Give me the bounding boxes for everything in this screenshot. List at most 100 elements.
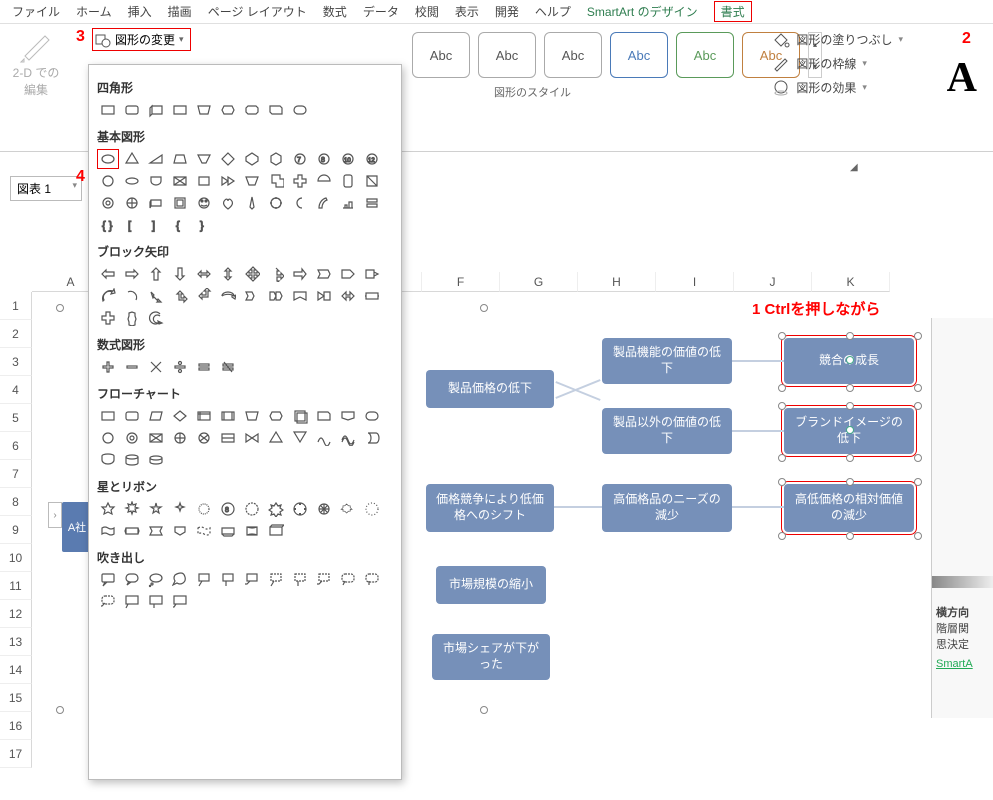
shape-option[interactable] <box>217 406 239 426</box>
shape-option[interactable] <box>169 149 191 169</box>
shape-option[interactable] <box>97 450 119 470</box>
style-preset-1[interactable]: Abc <box>412 32 470 78</box>
shape-option[interactable] <box>169 406 191 426</box>
row-16[interactable]: 16 <box>0 712 32 740</box>
shape-option[interactable] <box>169 193 191 213</box>
shape-option[interactable] <box>313 428 335 448</box>
shape-option[interactable] <box>193 264 215 284</box>
node-market-share[interactable]: 市場シェアが下がった <box>432 634 550 680</box>
shape-option[interactable] <box>97 171 119 191</box>
shape-option[interactable]: } <box>193 215 215 235</box>
shape-option[interactable] <box>145 592 167 612</box>
shape-option[interactable] <box>289 428 311 448</box>
shape-option[interactable] <box>121 149 143 169</box>
shape-option[interactable] <box>337 428 359 448</box>
shape-option[interactable] <box>265 428 287 448</box>
shape-option[interactable]: 12 <box>361 149 383 169</box>
row-2[interactable]: 2 <box>0 320 32 348</box>
shape-option[interactable] <box>265 171 287 191</box>
shape-option[interactable] <box>337 193 359 213</box>
shape-option[interactable] <box>121 450 143 470</box>
shape-option[interactable] <box>193 406 215 426</box>
shape-option[interactable] <box>169 100 191 120</box>
shape-option[interactable] <box>97 286 119 306</box>
shape-option[interactable] <box>193 171 215 191</box>
shape-option[interactable] <box>193 357 215 377</box>
shape-option[interactable] <box>145 450 167 470</box>
shape-option[interactable] <box>265 286 287 306</box>
shape-option[interactable] <box>241 406 263 426</box>
shape-option[interactable] <box>313 286 335 306</box>
shape-option[interactable] <box>121 193 143 213</box>
col-I[interactable]: I <box>656 272 734 292</box>
shape-option[interactable] <box>265 499 287 519</box>
shape-option[interactable] <box>193 193 215 213</box>
style-preset-3[interactable]: Abc <box>544 32 602 78</box>
shape-option[interactable] <box>121 592 143 612</box>
style-preset-2[interactable]: Abc <box>478 32 536 78</box>
shape-fill-button[interactable]: 図形の塗りつぶし▾ <box>772 30 903 48</box>
row-9[interactable]: 9 <box>0 516 32 544</box>
shape-option[interactable] <box>193 499 215 519</box>
shape-option[interactable] <box>337 570 359 590</box>
shape-option[interactable] <box>145 193 167 213</box>
menu-insert[interactable]: 挿入 <box>128 3 152 20</box>
shape-option[interactable] <box>97 193 119 213</box>
shape-option[interactable] <box>265 100 287 120</box>
menu-data[interactable]: データ <box>363 3 399 20</box>
shape-option[interactable] <box>145 171 167 191</box>
shape-option[interactable] <box>169 171 191 191</box>
shape-option[interactable] <box>121 406 143 426</box>
shape-option[interactable] <box>241 193 263 213</box>
shape-option[interactable] <box>217 149 239 169</box>
shape-option[interactable] <box>217 171 239 191</box>
shape-option[interactable] <box>193 149 215 169</box>
shape-option[interactable] <box>169 286 191 306</box>
shape-option[interactable] <box>193 570 215 590</box>
menu-file[interactable]: ファイル <box>12 3 60 20</box>
shape-option[interactable] <box>289 406 311 426</box>
row-14[interactable]: 14 <box>0 656 32 684</box>
menu-help[interactable]: ヘルプ <box>535 3 571 20</box>
shape-option[interactable] <box>217 357 239 377</box>
node-product-price[interactable]: 製品価格の低下 <box>426 370 554 408</box>
shape-option[interactable] <box>145 570 167 590</box>
shape-option[interactable] <box>265 193 287 213</box>
node-other-value[interactable]: 製品以外の価値の低下 <box>602 408 732 454</box>
node-high-price-needs[interactable]: 高価格品のニーズの減少 <box>602 484 732 532</box>
row-3[interactable]: 3 <box>0 348 32 376</box>
shape-option[interactable] <box>313 264 335 284</box>
shape-option[interactable]: ] <box>145 215 167 235</box>
row-7[interactable]: 7 <box>0 460 32 488</box>
shape-option[interactable]: 8 <box>313 149 335 169</box>
shape-option[interactable] <box>241 570 263 590</box>
shape-option[interactable]: [ <box>121 215 143 235</box>
shape-option[interactable] <box>241 286 263 306</box>
menu-draw[interactable]: 描画 <box>168 3 192 20</box>
shape-option[interactable] <box>337 286 359 306</box>
shape-option[interactable] <box>217 570 239 590</box>
shape-option[interactable] <box>265 521 287 541</box>
col-H[interactable]: H <box>578 272 656 292</box>
shape-option[interactable] <box>289 171 311 191</box>
shape-option[interactable] <box>169 428 191 448</box>
shape-option[interactable] <box>241 499 263 519</box>
shape-option[interactable] <box>217 521 239 541</box>
menu-view[interactable]: 表示 <box>455 3 479 20</box>
menu-home[interactable]: ホーム <box>76 3 112 20</box>
shape-option[interactable]: 10 <box>337 149 359 169</box>
menu-smartart-design[interactable]: SmartArt のデザイン <box>587 3 698 20</box>
shape-option[interactable] <box>337 264 359 284</box>
node-market-shrink[interactable]: 市場規模の縮小 <box>436 566 546 604</box>
row-17[interactable]: 17 <box>0 740 32 768</box>
menu-formula[interactable]: 数式 <box>323 3 347 20</box>
shape-option[interactable] <box>289 264 311 284</box>
shape-option[interactable] <box>97 570 119 590</box>
shape-option[interactable] <box>361 406 383 426</box>
shape-option[interactable] <box>241 264 263 284</box>
shape-option[interactable] <box>241 171 263 191</box>
shape-option[interactable] <box>145 100 167 120</box>
shape-option[interactable] <box>121 286 143 306</box>
shape-option[interactable] <box>361 264 383 284</box>
shape-option[interactable] <box>313 193 335 213</box>
